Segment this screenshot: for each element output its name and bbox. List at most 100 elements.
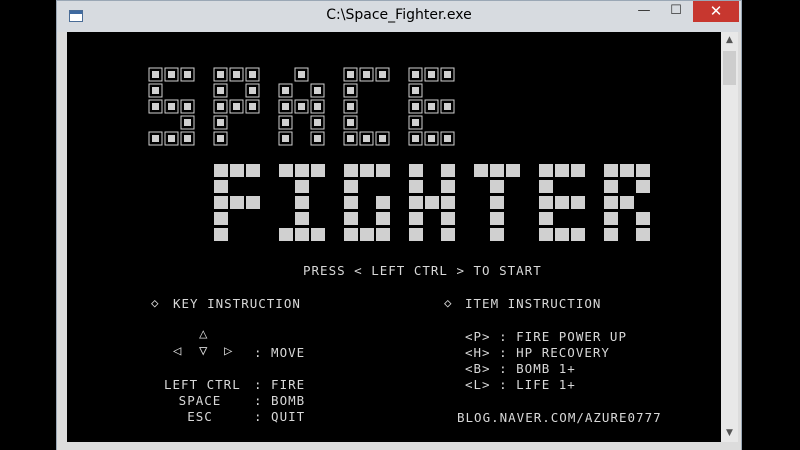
banner-block — [490, 164, 504, 177]
banner-block-fill — [379, 135, 386, 142]
banner-block-fill — [314, 87, 321, 94]
arrow-right-icon: ▷ — [224, 343, 234, 359]
banner-block-fill — [168, 103, 175, 110]
banner-letter-g — [344, 164, 390, 241]
banner-block — [246, 164, 260, 177]
credit-url: BLOG.NAVER.COM/AZURE0777 — [457, 410, 662, 425]
banner-block — [214, 196, 228, 209]
banner-block — [246, 196, 260, 209]
close-button[interactable]: ✕ — [693, 1, 739, 22]
arrow-down-icon: ▽ — [199, 343, 209, 359]
banner-block — [490, 180, 504, 193]
banner-block-fill — [249, 87, 256, 94]
banner-block — [344, 180, 358, 193]
banner-block — [604, 180, 618, 193]
banner-block — [604, 228, 618, 241]
banner-block-fill — [428, 135, 435, 142]
banner-block — [360, 228, 374, 241]
banner-block — [441, 196, 455, 209]
banner-block — [636, 180, 650, 193]
banner-block — [344, 228, 358, 241]
key-instruction-header: KEY INSTRUCTION — [173, 296, 301, 311]
banner-block-fill — [217, 135, 224, 142]
banner-block-fill — [217, 103, 224, 110]
banner-block — [490, 196, 504, 209]
banner-block-fill — [184, 103, 191, 110]
key-action: : QUIT — [254, 409, 306, 424]
banner-block-fill — [249, 103, 256, 110]
banner-block-fill — [152, 135, 159, 142]
scroll-up-icon[interactable]: ▲ — [721, 32, 738, 49]
minimize-button[interactable]: — — [629, 1, 659, 22]
key-action: : FIRE — [254, 377, 306, 392]
banner-block-fill — [347, 119, 354, 126]
banner-letter-a — [278, 67, 325, 146]
banner-block-fill — [314, 135, 321, 142]
banner-block-fill — [233, 103, 240, 110]
banner-block — [295, 228, 309, 241]
banner-block-fill — [314, 119, 321, 126]
banner-block-fill — [444, 103, 451, 110]
banner-block-fill — [282, 135, 289, 142]
banner-block — [490, 228, 504, 241]
banner-block — [214, 212, 228, 225]
banner-block — [441, 180, 455, 193]
banner-letter-i — [279, 164, 325, 241]
banner-block — [409, 164, 423, 177]
banner-block — [376, 196, 390, 209]
banner-block-fill — [217, 71, 224, 78]
banner-block-fill — [282, 103, 289, 110]
scroll-down-icon[interactable]: ▼ — [721, 425, 738, 442]
banner-line-space — [148, 67, 455, 146]
banner-block — [311, 228, 325, 241]
banner-block — [555, 164, 569, 177]
banner-block-fill — [412, 135, 419, 142]
banner-block — [376, 212, 390, 225]
banner-block-fill — [184, 71, 191, 78]
banner-block — [539, 164, 553, 177]
banner-block — [230, 164, 244, 177]
banner-block — [376, 164, 390, 177]
banner-block-fill — [282, 87, 289, 94]
banner-letter-c — [343, 67, 390, 146]
item-instruction-header: ITEM INSTRUCTION — [465, 296, 602, 311]
banner-letter-f — [214, 164, 260, 241]
banner-block — [555, 196, 569, 209]
console-screen[interactable]: PRESS < LEFT CTRL > TO START ◇ KEY INSTR… — [67, 32, 721, 442]
key-name: LEFT CTRL — [164, 377, 241, 392]
banner-block-fill — [233, 71, 240, 78]
maximize-button[interactable]: ☐ — [661, 1, 691, 22]
banner-block — [344, 164, 358, 177]
banner-block — [604, 164, 618, 177]
title-bar[interactable]: C:\Space_Fighter.exe — ☐ ✕ — [57, 1, 741, 32]
banner-block — [441, 164, 455, 177]
banner-block — [571, 228, 585, 241]
banner-block — [604, 196, 618, 209]
banner-block — [604, 212, 618, 225]
banner-block — [425, 196, 439, 209]
banner-block-fill — [412, 119, 419, 126]
banner-letter-r — [604, 164, 650, 241]
banner-block — [441, 212, 455, 225]
banner-block — [539, 212, 553, 225]
banner-letter-s — [148, 67, 195, 146]
banner-block-fill — [184, 135, 191, 142]
banner-block-fill — [152, 71, 159, 78]
banner-block — [474, 164, 488, 177]
arrow-up-icon: △ — [199, 326, 209, 342]
scroll-thumb[interactable] — [723, 51, 736, 85]
banner-block — [409, 180, 423, 193]
banner-block — [571, 164, 585, 177]
vertical-scrollbar[interactable]: ▲ ▼ — [721, 32, 738, 442]
diamond-icon: ◇ — [444, 295, 453, 310]
arrow-left-icon: ◁ — [173, 343, 183, 359]
banner-block-fill — [347, 87, 354, 94]
key-name: ESC — [187, 409, 213, 424]
banner-block — [214, 180, 228, 193]
banner-block — [344, 212, 358, 225]
banner-block-fill — [298, 71, 305, 78]
banner-block-fill — [347, 71, 354, 78]
banner-block — [344, 196, 358, 209]
banner-block-fill — [412, 71, 419, 78]
banner-block — [295, 180, 309, 193]
